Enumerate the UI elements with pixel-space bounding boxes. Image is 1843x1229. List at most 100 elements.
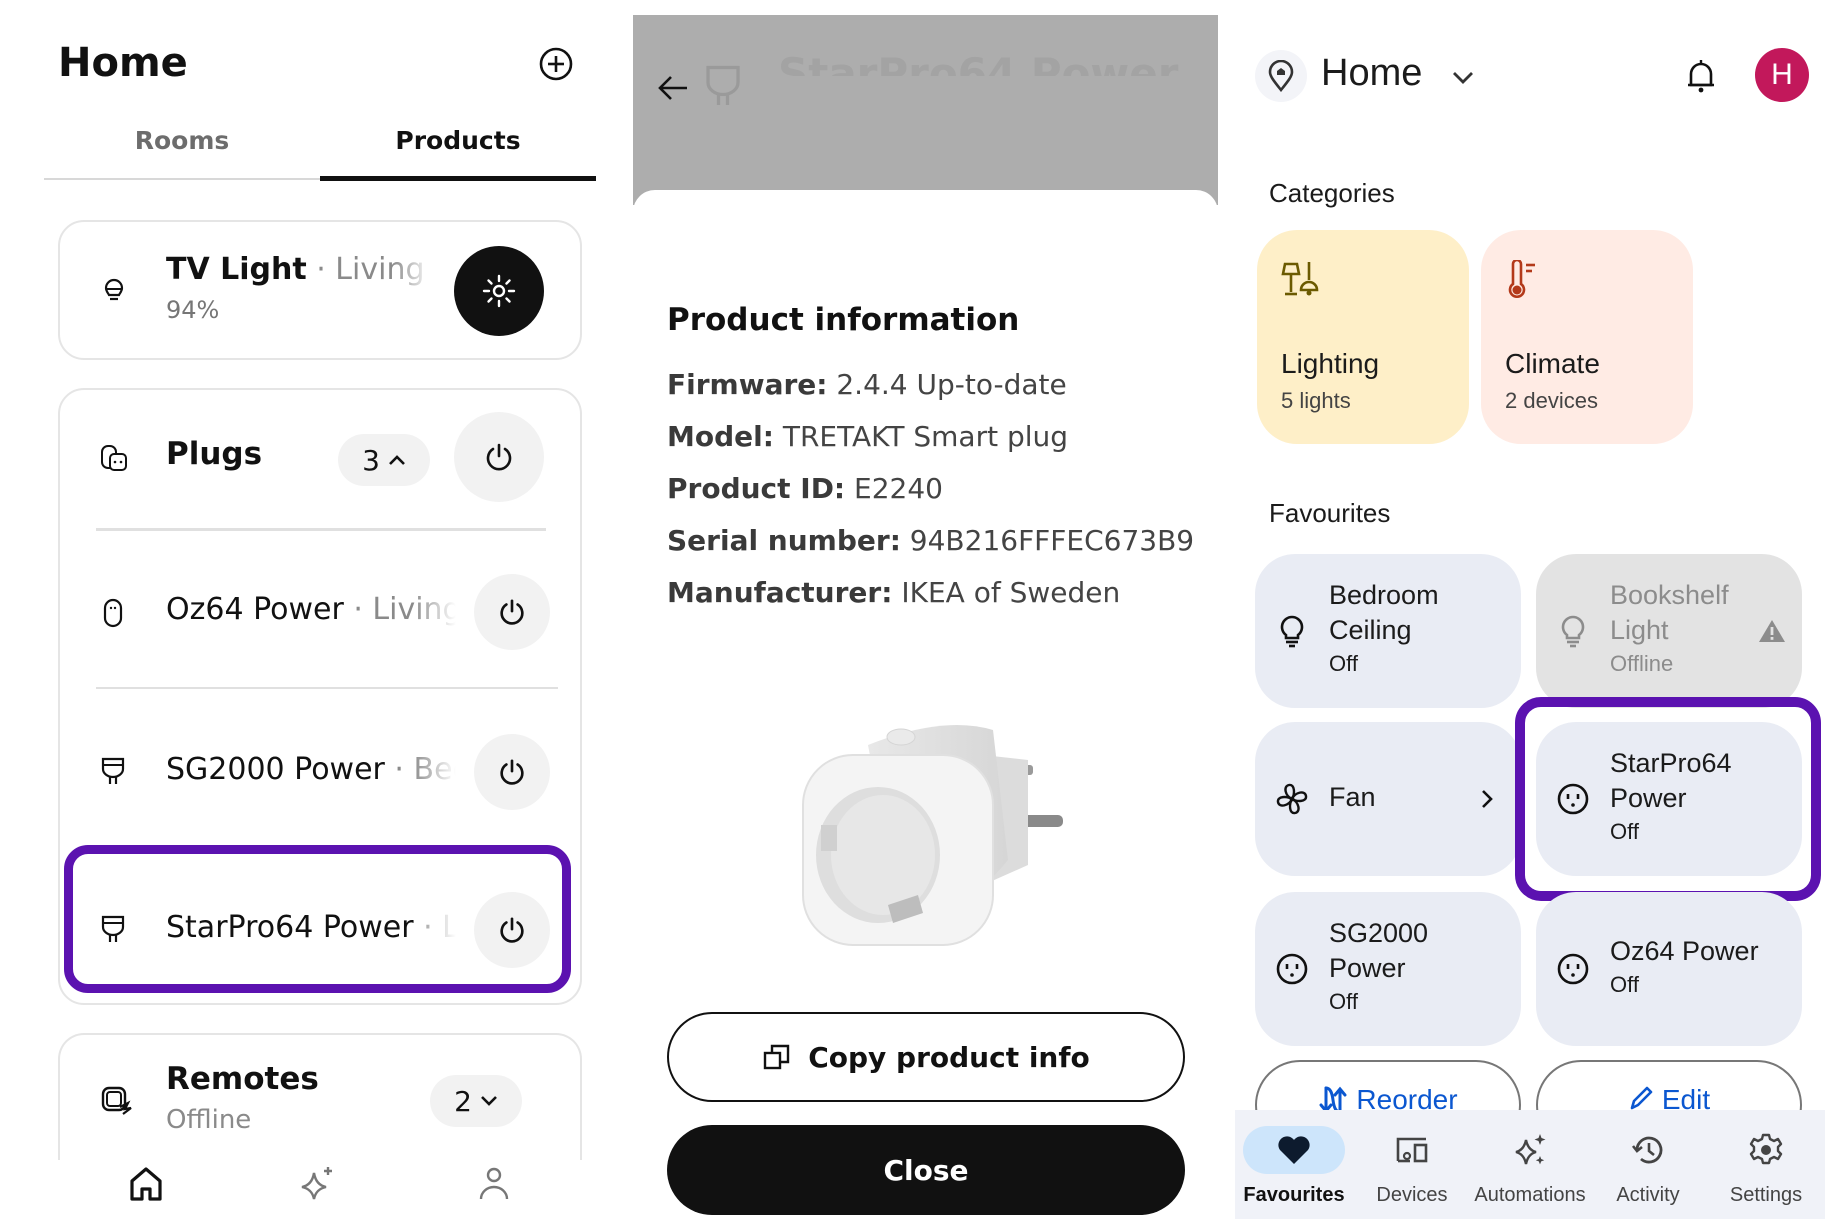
add-circle-icon[interactable] <box>538 46 574 82</box>
category-count: 5 lights <box>1281 388 1351 413</box>
avatar[interactable]: H <box>1755 48 1809 102</box>
favourite-sg2000-power[interactable]: SG2000 Power Off <box>1255 892 1521 1046</box>
category-count: 2 devices <box>1505 388 1598 413</box>
product-image <box>802 725 1063 946</box>
bulb-icon <box>104 278 124 301</box>
chevron-right-icon <box>1482 790 1493 808</box>
profile-icon[interactable] <box>474 1163 514 1203</box>
power-button[interactable] <box>474 574 550 650</box>
ikea-home-screen: Home Rooms Products TV Light · Living r … <box>0 0 620 1229</box>
info-firmware: Firmware: 2.4.4 Up-to-date <box>667 368 1067 401</box>
nav-devices[interactable]: Devices <box>1353 1126 1471 1207</box>
home-location-button[interactable] <box>1255 50 1307 102</box>
product-card-tv-light[interactable]: TV Light · Living r 94% <box>58 220 582 360</box>
close-button[interactable]: Close <box>667 1125 1185 1215</box>
thermometer-icon <box>1508 260 1535 298</box>
plug-outlet-icon <box>103 598 123 628</box>
power-icon <box>500 599 524 625</box>
favourite-status: Offline <box>1610 651 1674 676</box>
favourite-status: Off <box>1329 651 1358 676</box>
bulb-icon <box>1561 615 1585 648</box>
chevron-down-icon[interactable] <box>1450 64 1476 90</box>
group-count-toggle[interactable]: 3 <box>338 434 430 486</box>
highlight-box <box>1515 697 1821 901</box>
nav-favourites[interactable]: Favourites <box>1235 1126 1353 1207</box>
category-name: Climate <box>1505 348 1600 379</box>
copy-product-info-button[interactable]: Copy product info <box>667 1012 1185 1102</box>
product-name: SG2000 Power <box>166 752 385 787</box>
warning-icon <box>1759 620 1785 642</box>
favourite-bedroom-ceiling[interactable]: Bedroom Ceiling Off <box>1255 554 1521 708</box>
outlet-icon <box>1276 953 1308 985</box>
brightness-button[interactable] <box>454 246 544 336</box>
favourite-fan[interactable]: Fan <box>1255 722 1521 876</box>
nav-activity[interactable]: Activity <box>1589 1126 1707 1207</box>
favourite-bookshelf-light[interactable]: Bookshelf Light Offline <box>1536 554 1802 708</box>
favourite-status: Off <box>1329 989 1358 1014</box>
divider <box>96 687 558 689</box>
chevron-up-icon <box>388 455 405 465</box>
divider <box>96 528 546 531</box>
bulb-icon <box>1280 615 1304 648</box>
brightness-icon <box>482 274 516 308</box>
tab-rooms[interactable]: Rooms <box>44 126 320 155</box>
product-row-sg2000[interactable]: SG2000 Power · Bedro <box>60 700 580 845</box>
favourite-name-line1: Fan <box>1329 782 1376 812</box>
favourite-name-line1: SG2000 <box>1329 918 1429 948</box>
product-name: TV Light <box>166 252 307 287</box>
nav-label: Settings <box>1729 1184 1803 1206</box>
home-icon[interactable] <box>126 1163 166 1203</box>
devices-icon <box>1396 1137 1428 1163</box>
categories-heading: Categories <box>1269 178 1395 208</box>
sparkle-icon <box>1515 1134 1546 1165</box>
category-name: Lighting <box>1281 348 1380 379</box>
page-title: Home <box>58 40 188 86</box>
plugs-group-icon <box>101 445 127 471</box>
power-button[interactable] <box>474 734 550 810</box>
home-selector[interactable]: Home <box>1321 52 1422 95</box>
favourite-name-line1: Oz64 Power <box>1610 936 1759 966</box>
google-home-screen: Home H Categories Lighting 5 lights Clim… <box>1235 0 1843 1229</box>
info-model: Model: TRETAKT Smart plug <box>667 420 1069 453</box>
tab-products[interactable]: Products <box>320 126 596 155</box>
group-count-toggle[interactable]: 2 <box>430 1075 522 1127</box>
category-lighting[interactable]: Lighting 5 lights <box>1257 230 1469 444</box>
lamp-icon <box>1281 262 1319 296</box>
nav-automations[interactable]: Automations <box>1471 1126 1589 1207</box>
back-arrow-icon[interactable] <box>655 70 691 106</box>
dimmed-header <box>633 15 1218 205</box>
power-icon <box>500 759 524 785</box>
section-title: Product information <box>667 302 1020 338</box>
plug-icon <box>101 757 125 784</box>
group-power-button[interactable] <box>454 412 544 502</box>
bell-icon[interactable] <box>1685 58 1717 94</box>
sparkle-icon[interactable] <box>298 1163 338 1203</box>
gear-icon <box>1749 1133 1783 1165</box>
product-room: · Living ro <box>353 592 456 627</box>
fan-icon <box>1276 783 1308 815</box>
product-info-sheet: StarPro64 Power Product information Firm… <box>633 15 1218 1229</box>
group-count: 2 <box>454 1084 472 1118</box>
info-product-id: Product ID: E2240 <box>667 472 943 505</box>
nav-label: Favourites <box>1243 1184 1345 1206</box>
category-climate[interactable]: Climate 2 devices <box>1481 230 1693 444</box>
copy-label: Copy product info <box>808 1040 1090 1074</box>
product-room: · Bedro <box>394 752 456 787</box>
tab-active-indicator <box>320 176 596 181</box>
group-title: Plugs <box>166 436 263 472</box>
product-room: · Living r <box>316 252 432 287</box>
favourite-status: Off <box>1610 972 1639 997</box>
plug-icon <box>706 65 740 105</box>
group-status: Offline <box>166 1105 252 1135</box>
favourite-name-line1: Bookshelf <box>1610 580 1729 610</box>
nav-label: Activity <box>1616 1184 1680 1206</box>
nav-settings[interactable]: Settings <box>1707 1126 1825 1207</box>
nav-label: Automations <box>1474 1184 1586 1206</box>
group-title: Remotes <box>166 1061 319 1097</box>
pencil-icon <box>1630 1086 1653 1110</box>
info-serial-number: Serial number: 94B216FFFEC673B9 <box>667 524 1195 557</box>
info-manufacturer: Manufacturer: IKEA of Sweden <box>667 576 1121 609</box>
brightness-level: 94% <box>166 296 220 324</box>
product-row-oz64[interactable]: Oz64 Power · Living ro <box>60 540 580 685</box>
favourite-oz64-power[interactable]: Oz64 Power Off <box>1536 892 1802 1046</box>
